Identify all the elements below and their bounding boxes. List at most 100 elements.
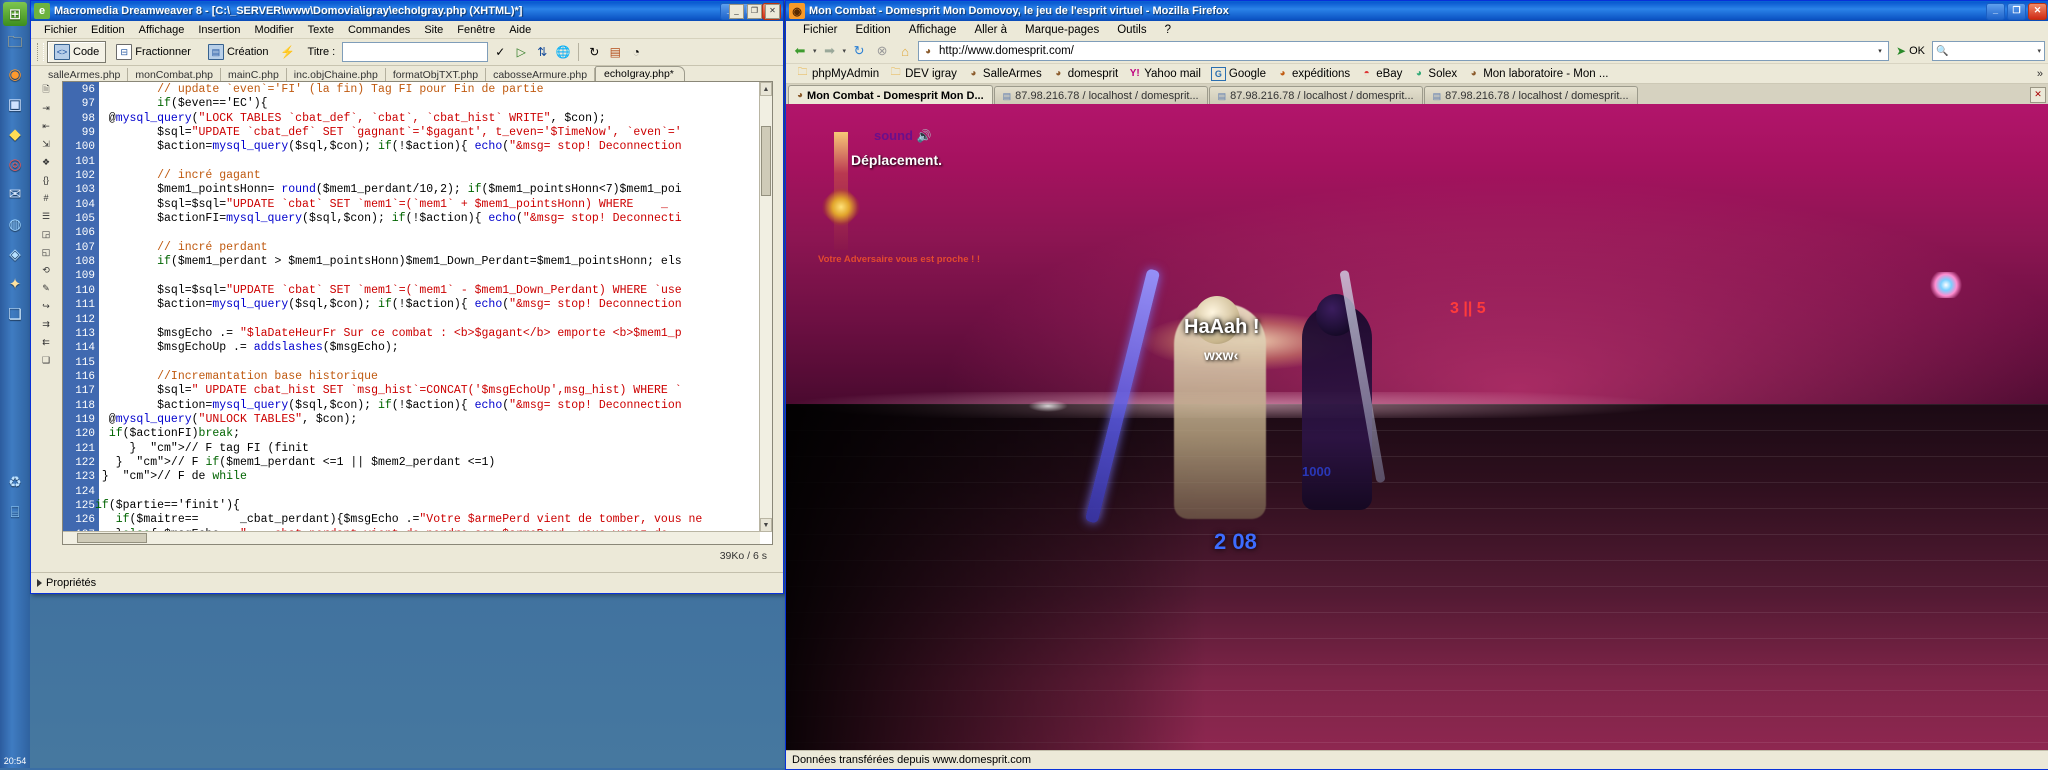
format-source-icon[interactable]: ❑ — [38, 353, 54, 367]
line-numbers-icon[interactable]: # — [38, 191, 54, 205]
remove-comment-icon[interactable]: ◱ — [38, 245, 54, 259]
scroll-down-arrow[interactable]: ▼ — [760, 518, 772, 532]
code-editor[interactable]: 9697989910010110210310410510610710810911… — [62, 81, 773, 545]
menu-item-fichier[interactable]: Fichier — [37, 23, 84, 37]
titre-input[interactable] — [342, 42, 488, 62]
tab-phpmyadmin-3[interactable]: ▤ 87.98.216.78 / localhost / domesprit..… — [1424, 86, 1638, 105]
ie-icon[interactable]: ◎ — [3, 152, 27, 176]
close-tab-button[interactable]: ✕ — [2030, 87, 2046, 103]
code-nav-icon[interactable]: ◔ — [627, 43, 645, 61]
reload-icon[interactable]: ↻ — [849, 41, 869, 61]
msn-icon[interactable]: ◈ — [3, 242, 27, 266]
refresh-icon[interactable]: ↻ — [585, 43, 603, 61]
bookmark-expeditions[interactable]: ◕ expéditions — [1272, 67, 1354, 81]
search-dropdown-icon[interactable]: ▾ — [2037, 47, 2041, 55]
open-documents-icon[interactable]: 🗎 — [38, 83, 54, 97]
menu-item-site[interactable]: Site — [417, 23, 450, 37]
reference-icon[interactable]: ▤ — [606, 43, 624, 61]
code-text-area[interactable]: // update `even`='FI' (la fin) Tag FI po… — [95, 82, 760, 532]
firefox-minimize-button[interactable]: _ — [1986, 3, 2005, 20]
menu-item-texte[interactable]: Texte — [301, 23, 341, 37]
doc-tab-salleArmes[interactable]: salleArmes.php — [41, 68, 128, 82]
preview-browser-icon[interactable]: ▷ — [512, 43, 530, 61]
move-to-source-icon[interactable]: ↪ — [38, 299, 54, 313]
windows-start-icon[interactable]: ⊞ — [3, 2, 27, 26]
tools-icon[interactable]: ✦ — [3, 272, 27, 296]
game-canvas[interactable]: sound 🔊 Déplacement. Votre Adversaire vo… — [786, 104, 2048, 751]
globe-refresh-icon[interactable]: 🌐 — [554, 43, 572, 61]
ff-menu-outils[interactable]: Outils — [1108, 23, 1155, 37]
balance-braces-icon[interactable]: {} — [38, 173, 54, 187]
bookmark-sallearmes[interactable]: ◕ SalleArmes — [963, 67, 1046, 81]
mdi-close-button[interactable]: ✕ — [765, 4, 780, 19]
url-dropdown-icon[interactable]: ▾ — [1874, 47, 1886, 55]
back-icon[interactable]: ⬅ — [790, 41, 810, 61]
doc-tab-formatObjTXT[interactable]: formatObjTXT.php — [386, 68, 486, 82]
expand-all-icon[interactable]: ⇲ — [38, 137, 54, 151]
bookmark-domesprit[interactable]: ◕ domesprit — [1048, 67, 1123, 81]
search-bar[interactable]: 🔍 ▾ — [1932, 41, 2045, 61]
home-icon[interactable]: ⌂ — [895, 41, 915, 61]
menu-item-aide[interactable]: Aide — [502, 23, 538, 37]
firefox-close-button[interactable]: ✕ — [2028, 3, 2047, 20]
folder-icon[interactable]: 🗀 — [3, 32, 27, 56]
media-icon[interactable]: ▣ — [3, 92, 27, 116]
code-vertical-scrollbar[interactable]: ▲ ▼ — [759, 82, 772, 532]
bookmarks-overflow-icon[interactable]: » — [2037, 68, 2048, 80]
sound-control[interactable]: sound 🔊 — [874, 128, 932, 143]
code-horizontal-scrollbar[interactable] — [63, 531, 760, 544]
bookmark-google[interactable]: G Google — [1207, 66, 1270, 82]
menu-item-commandes[interactable]: Commandes — [341, 23, 417, 37]
outdent-code-icon[interactable]: ⇇ — [38, 335, 54, 349]
select-parent-tag-icon[interactable]: ❖ — [38, 155, 54, 169]
go-button[interactable]: ➤ OK — [1892, 44, 1929, 58]
bookmark-yahoo-mail[interactable]: Y! Yahoo mail — [1124, 67, 1205, 81]
indent-code-icon[interactable]: ⇉ — [38, 317, 54, 331]
wrap-tag-icon[interactable]: ⟲ — [38, 263, 54, 277]
toolbar-grip[interactable] — [37, 43, 44, 61]
view-split-button[interactable]: ⊟ Fractionner — [109, 41, 198, 63]
horizontal-scroll-thumb[interactable] — [77, 533, 147, 543]
bookmark-dev-igray[interactable]: 🗀 DEV igray — [885, 67, 961, 81]
doc-tab-monCombat[interactable]: monCombat.php — [128, 68, 221, 82]
globe-icon[interactable]: ◍ — [3, 212, 27, 236]
ff-menu-marque-pages[interactable]: Marque-pages — [1016, 23, 1108, 37]
live-view-icon[interactable]: ⚡ — [279, 43, 297, 61]
ff-menu-affichage[interactable]: Affichage — [900, 23, 966, 37]
bookmark-mon-laboratoire[interactable]: ◕ Mon laboratoire - Mon ... — [1463, 67, 1612, 81]
ff-menu-edition[interactable]: Edition — [847, 23, 900, 37]
recycle-icon[interactable]: ♻ — [3, 470, 27, 494]
menu-item-edition[interactable]: Edition — [84, 23, 132, 37]
firefox-maximize-button[interactable]: ❐ — [2007, 3, 2026, 20]
forward-icon[interactable]: ➡ — [820, 41, 840, 61]
browser-content-area[interactable]: sound 🔊 Déplacement. Votre Adversaire vo… — [786, 104, 2048, 751]
ff-menu-aide[interactable]: ? — [1156, 23, 1180, 37]
firefox-icon[interactable]: ◉ — [3, 62, 27, 86]
view-code-button[interactable]: <> Code — [47, 41, 106, 63]
tab-phpmyadmin-2[interactable]: ▤ 87.98.216.78 / localhost / domesprit..… — [1209, 86, 1423, 105]
network-icon[interactable]: ⌸ — [3, 500, 27, 524]
shield-icon[interactable]: ◆ — [3, 122, 27, 146]
mdi-restore-button[interactable]: ❐ — [747, 4, 762, 19]
expand-triangle-icon[interactable] — [37, 579, 42, 587]
bookmark-phpmyadmin[interactable]: 🗀 phpMyAdmin — [792, 67, 883, 81]
forward-dropdown-icon[interactable]: ▾ — [843, 47, 847, 55]
highlight-invalid-icon[interactable]: ☰ — [38, 209, 54, 223]
menu-item-insertion[interactable]: Insertion — [191, 23, 247, 37]
url-text[interactable]: http://www.domesprit.com/ — [939, 45, 1870, 57]
mail-icon[interactable]: ✉ — [3, 182, 27, 206]
bookmark-ebay[interactable]: ◓ eBay — [1356, 67, 1406, 81]
chat-icon[interactable]: ❏ — [3, 302, 27, 326]
ff-menu-aller-a[interactable]: Aller à — [965, 23, 1016, 37]
menu-item-fenetre[interactable]: Fenêtre — [450, 23, 502, 37]
apply-comment-icon[interactable]: ◲ — [38, 227, 54, 241]
url-bar[interactable]: ◕ http://www.domesprit.com/ ▾ — [918, 41, 1889, 61]
bookmark-solex[interactable]: ◕ Solex — [1408, 67, 1461, 81]
mdi-minimize-button[interactable]: _ — [729, 4, 744, 19]
validate-icon[interactable]: ✓ — [491, 43, 509, 61]
collapse-full-tag-icon[interactable]: ⇥ — [38, 101, 54, 115]
menu-item-affichage[interactable]: Affichage — [132, 23, 192, 37]
collapse-outside-icon[interactable]: ⇤ — [38, 119, 54, 133]
ff-menu-fichier[interactable]: Fichier — [794, 23, 847, 37]
back-dropdown-icon[interactable]: ▾ — [813, 47, 817, 55]
